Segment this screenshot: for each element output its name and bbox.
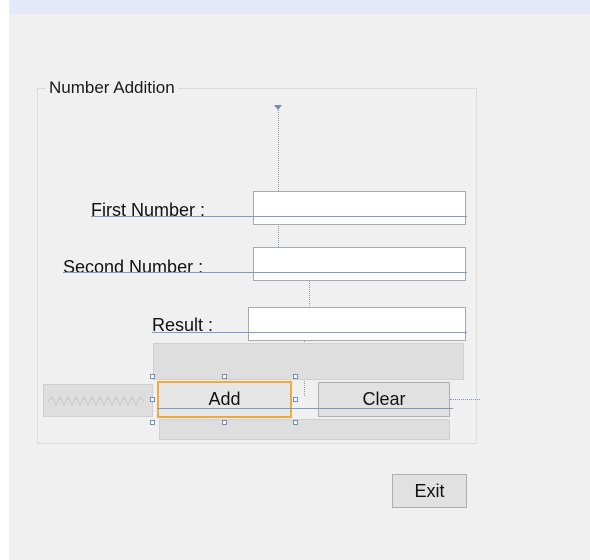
exit-button[interactable]: Exit xyxy=(392,474,467,508)
baseline-guide xyxy=(157,408,453,409)
resize-handle[interactable] xyxy=(222,374,227,379)
resize-handle[interactable] xyxy=(150,397,155,402)
resize-handle[interactable] xyxy=(293,397,298,402)
second-number-field[interactable] xyxy=(253,247,466,281)
clear-button[interactable]: Clear xyxy=(318,382,450,417)
panel-title: Number Addition xyxy=(46,78,178,98)
layout-gap-area xyxy=(153,343,464,380)
layout-spring-left xyxy=(43,384,153,417)
resize-handle[interactable] xyxy=(293,420,298,425)
first-number-field[interactable] xyxy=(253,191,466,225)
connection-guide xyxy=(450,399,480,400)
anchor-marker xyxy=(274,105,282,110)
result-field[interactable] xyxy=(248,307,466,341)
baseline-guide xyxy=(152,332,467,333)
designer-canvas: Number Addition First Number : Second Nu… xyxy=(0,0,590,560)
resize-handle[interactable] xyxy=(150,420,155,425)
second-number-label: Second Number : xyxy=(63,257,204,277)
baseline-guide xyxy=(91,216,467,217)
resize-handle[interactable] xyxy=(222,420,227,425)
first-number-label: First Number : xyxy=(91,200,206,220)
spring-icon xyxy=(47,395,145,407)
resize-handle[interactable] xyxy=(293,374,298,379)
canvas-left-margin xyxy=(0,0,9,560)
resize-handle[interactable] xyxy=(150,374,155,379)
canvas-top-strip xyxy=(0,0,590,14)
layout-gap-bottom xyxy=(159,419,450,440)
baseline-guide xyxy=(63,272,467,273)
add-button[interactable]: Add xyxy=(157,381,292,418)
